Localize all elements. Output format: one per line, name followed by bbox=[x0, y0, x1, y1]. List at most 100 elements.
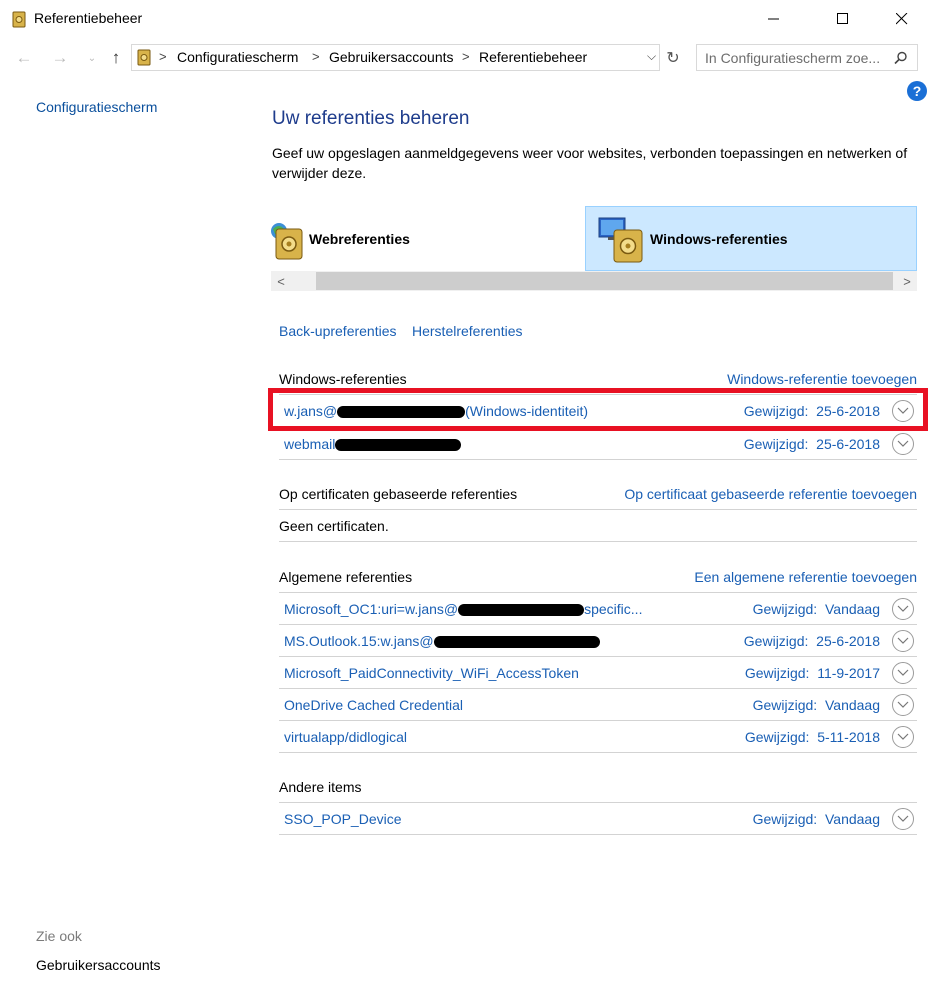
divider bbox=[279, 459, 917, 460]
see-also-label: Zie ook bbox=[36, 928, 82, 944]
forward-arrow-icon: → bbox=[51, 48, 69, 67]
tab-webreferenties[interactable]: Webreferenties bbox=[271, 206, 584, 271]
credential-row[interactable]: Microsoft_PaidConnectivity_WiFi_AccessTo… bbox=[279, 657, 917, 689]
chevron-down-icon bbox=[897, 637, 909, 644]
credential-row[interactable]: webmail Gewijzigd: 25-6-2018 bbox=[279, 428, 917, 460]
credential-modified: Gewijzigd: Vandaag bbox=[752, 811, 880, 827]
refresh-icon: ↻ bbox=[666, 49, 680, 67]
chevron-down-icon bbox=[897, 733, 909, 740]
expand-button[interactable] bbox=[892, 433, 914, 455]
chevron-down-icon bbox=[897, 440, 909, 447]
credential-name: webmail bbox=[284, 436, 462, 452]
maximize-button[interactable] bbox=[820, 0, 866, 38]
credential-name: virtualapp/didlogical bbox=[284, 729, 407, 745]
expand-button[interactable] bbox=[892, 808, 914, 830]
backup-credentials-link[interactable]: Back-upreferenties bbox=[279, 323, 397, 339]
divider bbox=[279, 509, 917, 510]
other-items-section-title: Andere items bbox=[279, 779, 362, 795]
credential-name: Microsoft_OC1:uri=w.jans@ specific... bbox=[284, 601, 643, 617]
tab-label: Webreferenties bbox=[309, 230, 410, 247]
credential-name: SSO_POP_Device bbox=[284, 811, 402, 827]
credential-vault-icon bbox=[12, 11, 26, 28]
back-arrow-icon: ← bbox=[15, 48, 33, 67]
tab-windows-referenties[interactable]: Windows-referenties bbox=[585, 206, 917, 271]
up-button[interactable]: ↑ bbox=[104, 46, 128, 70]
divider bbox=[279, 752, 917, 753]
recent-locations-button[interactable]: ⌄ bbox=[80, 46, 104, 70]
windows-credentials-section-title: Windows-referenties bbox=[279, 371, 407, 387]
credential-modified: Gewijzigd: Vandaag bbox=[752, 601, 880, 617]
breadcrumb-gebruikersaccounts[interactable]: Gebruikersaccounts bbox=[329, 49, 454, 65]
search-placeholder: In Configuratiescherm zoe... bbox=[705, 50, 881, 66]
tab-label: Windows-referenties bbox=[650, 230, 788, 247]
search-input[interactable]: In Configuratiescherm zoe... bbox=[696, 44, 918, 71]
windows-credentials-icon bbox=[598, 217, 643, 262]
credential-name: Microsoft_PaidConnectivity_WiFi_AccessTo… bbox=[284, 665, 579, 681]
window-title: Referentiebeheer bbox=[34, 10, 143, 26]
search-icon bbox=[894, 51, 907, 65]
minimize-button[interactable] bbox=[751, 0, 797, 38]
control-panel-icon bbox=[137, 49, 151, 66]
breadcrumb-separator: > bbox=[462, 49, 470, 64]
chevron-down-icon bbox=[897, 815, 909, 822]
redacted-text bbox=[458, 604, 585, 617]
close-button[interactable] bbox=[879, 0, 925, 38]
expand-button[interactable] bbox=[892, 726, 914, 748]
refresh-button[interactable]: ↻ bbox=[660, 44, 686, 71]
credential-row[interactable]: SSO_POP_Device Gewijzigd: Vandaag bbox=[279, 803, 917, 835]
highlight-box bbox=[268, 388, 928, 431]
chevron-down-icon: ⌵ bbox=[647, 49, 657, 63]
breadcrumb-configuratiescherm[interactable]: Configuratiescherm bbox=[177, 49, 298, 65]
chevron-down-icon: ⌄ bbox=[87, 52, 97, 64]
credential-modified: Gewijzigd: 11-9-2017 bbox=[744, 665, 880, 681]
credential-name: OneDrive Cached Credential bbox=[284, 697, 463, 713]
divider bbox=[279, 834, 917, 835]
chevron-down-icon bbox=[897, 701, 909, 708]
credential-modified: Gewijzigd: Vandaag bbox=[752, 697, 880, 713]
add-generic-credential-link[interactable]: Een algemene referentie toevoegen bbox=[694, 569, 917, 585]
credential-row[interactable]: virtualapp/didlogical Gewijzigd: 5-11-20… bbox=[279, 721, 917, 753]
redacted-text bbox=[433, 636, 600, 649]
scroll-left-button[interactable]: < bbox=[271, 271, 291, 291]
no-certificates-text: Geen certificaten. bbox=[279, 518, 389, 534]
breadcrumb-separator: > bbox=[312, 49, 320, 64]
generic-credentials-section-title: Algemene referenties bbox=[279, 569, 413, 585]
page-title: Uw referenties beheren bbox=[272, 108, 470, 129]
redacted-text bbox=[335, 439, 462, 452]
divider bbox=[279, 541, 917, 542]
credential-modified: Gewijzigd: 25-6-2018 bbox=[743, 633, 880, 649]
breadcrumb-separator: > bbox=[159, 49, 167, 64]
up-arrow-icon: ↑ bbox=[111, 48, 121, 67]
expand-button[interactable] bbox=[892, 630, 914, 652]
forward-button[interactable]: → bbox=[48, 46, 72, 70]
expand-button[interactable] bbox=[892, 662, 914, 684]
page-description: Geef uw opgeslagen aanmeldgegevens weer … bbox=[272, 145, 908, 181]
chevron-left-icon: < bbox=[277, 273, 285, 289]
credential-modified: Gewijzigd: 5-11-2018 bbox=[744, 729, 880, 745]
scroll-right-button[interactable]: > bbox=[897, 271, 917, 291]
credential-row[interactable]: Microsoft_OC1:uri=w.jans@ specific... Gew… bbox=[279, 593, 917, 625]
chevron-down-icon bbox=[897, 669, 909, 676]
restore-credentials-link[interactable]: Herstelreferenties bbox=[412, 323, 523, 339]
sidebar-link-configuratiescherm[interactable]: Configuratiescherm bbox=[36, 99, 157, 115]
maximize-icon bbox=[837, 13, 848, 24]
add-certificate-credential-link[interactable]: Op certificaat gebaseerde referentie toe… bbox=[624, 486, 917, 502]
credential-name: MS.Outlook.15:w.jans@ bbox=[284, 633, 600, 649]
expand-button[interactable] bbox=[892, 694, 914, 716]
sidebar-link-gebruikersaccounts[interactable]: Gebruikersaccounts bbox=[36, 957, 161, 973]
web-credentials-icon bbox=[271, 222, 303, 259]
back-button[interactable]: ← bbox=[12, 46, 36, 70]
chevron-right-icon: > bbox=[903, 273, 911, 289]
close-icon bbox=[896, 13, 908, 25]
minimize-icon bbox=[768, 18, 779, 20]
breadcrumb-referentiebeheer[interactable]: Referentiebeheer bbox=[479, 49, 587, 65]
scrollbar-thumb[interactable] bbox=[316, 272, 893, 290]
help-icon[interactable]: ? bbox=[907, 81, 927, 101]
address-dropdown-button[interactable]: ⌵ bbox=[647, 49, 656, 64]
credential-modified: Gewijzigd: 25-6-2018 bbox=[743, 436, 880, 452]
credential-row[interactable]: OneDrive Cached Credential Gewijzigd: Va… bbox=[279, 689, 917, 721]
credential-row[interactable]: MS.Outlook.15:w.jans@ Gewijzigd: 25-6-20… bbox=[279, 625, 917, 657]
certificate-credentials-section-title: Op certificaten gebaseerde referenties bbox=[279, 486, 518, 502]
expand-button[interactable] bbox=[892, 598, 914, 620]
add-windows-credential-link[interactable]: Windows-referentie toevoegen bbox=[727, 371, 917, 387]
